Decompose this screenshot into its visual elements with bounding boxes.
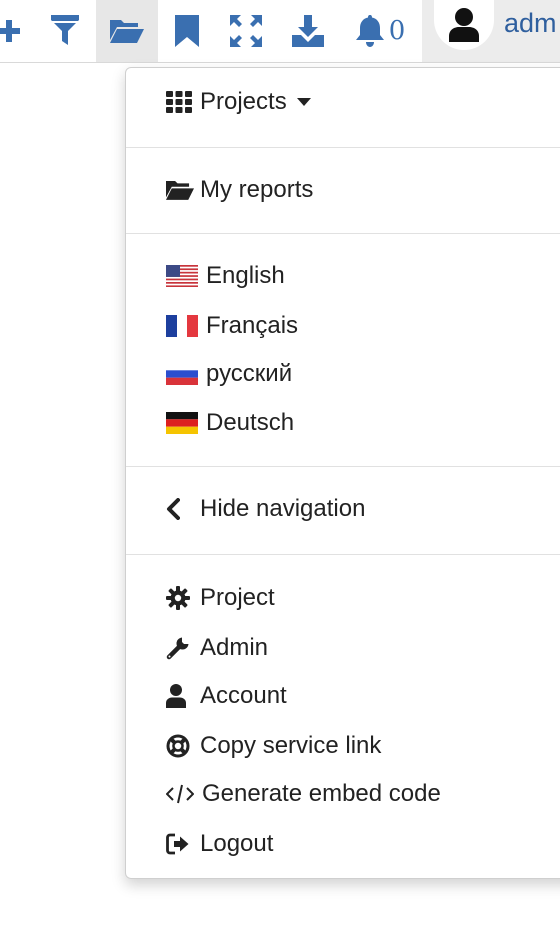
copy-service-link-label: Copy service link xyxy=(200,732,382,759)
hide-navigation-label: Hide navigation xyxy=(200,495,366,522)
generate-embed-code-label: Generate embed code xyxy=(202,780,441,807)
divider xyxy=(126,554,560,555)
notification-count: 0 xyxy=(388,16,406,46)
user-dropdown-menu: Projects My reports English Français рус… xyxy=(125,67,560,879)
download-button[interactable] xyxy=(290,0,326,62)
menu-item-account[interactable]: Account xyxy=(166,676,287,716)
admin-label: Admin xyxy=(200,634,269,661)
code-icon xyxy=(166,784,194,804)
chevron-left-icon xyxy=(167,498,180,520)
divider xyxy=(126,147,560,148)
menu-item-generate-embed-code[interactable]: Generate embed code xyxy=(166,774,441,814)
plus-icon xyxy=(0,20,20,42)
my-reports-label: My reports xyxy=(200,176,314,203)
project-label: Project xyxy=(200,584,275,611)
account-label: Account xyxy=(200,682,287,709)
download-icon xyxy=(292,15,324,47)
ru-flag xyxy=(166,363,198,385)
bookmark-button[interactable] xyxy=(172,0,202,62)
notifications-button[interactable]: 0 xyxy=(350,0,410,62)
de-flag xyxy=(166,412,198,434)
grid-icon xyxy=(166,91,192,113)
folder-open-icon xyxy=(166,180,194,200)
language-label: русский xyxy=(206,360,293,387)
bookmark-icon xyxy=(175,15,199,47)
life-ring-icon xyxy=(166,734,190,758)
folder-open-icon xyxy=(110,20,144,43)
menu-item-admin[interactable]: Admin xyxy=(166,628,268,668)
language-label: English xyxy=(206,262,285,289)
projects-label: Projects xyxy=(200,88,287,115)
menu-item-project[interactable]: Project xyxy=(166,578,275,618)
expand-icon xyxy=(230,15,262,47)
language-item-german[interactable]: Deutsch xyxy=(166,403,294,443)
menu-item-copy-service-link[interactable]: Copy service link xyxy=(166,726,381,766)
logout-label: Logout xyxy=(200,830,274,857)
caret-down-icon xyxy=(296,98,311,106)
bell-icon xyxy=(355,15,384,47)
menu-item-hide-navigation[interactable]: Hide navigation xyxy=(166,489,365,529)
user-icon xyxy=(449,8,479,42)
filter-button[interactable] xyxy=(46,0,84,62)
user-menu-toggle[interactable]: adm xyxy=(422,0,560,62)
fr-flag xyxy=(166,315,198,337)
menu-item-logout[interactable]: Logout xyxy=(166,824,273,864)
language-item-french[interactable]: Français xyxy=(166,306,298,346)
us-flag xyxy=(166,265,198,287)
divider xyxy=(126,233,560,234)
sign-out-icon xyxy=(166,833,189,855)
language-item-english[interactable]: English xyxy=(166,256,285,296)
username: adm xyxy=(504,8,557,38)
user-icon xyxy=(166,684,186,708)
add-button[interactable] xyxy=(0,0,24,62)
language-label: Français xyxy=(206,312,299,339)
avatar xyxy=(434,0,494,50)
divider xyxy=(126,466,560,467)
language-label: Deutsch xyxy=(206,409,295,436)
gear-icon xyxy=(166,586,190,610)
top-toolbar: 0 adm xyxy=(0,0,560,63)
wrench-icon xyxy=(166,637,189,660)
open-reports-button[interactable] xyxy=(96,0,158,62)
menu-item-projects[interactable]: Projects xyxy=(166,82,311,122)
menu-item-my-reports[interactable]: My reports xyxy=(166,170,313,210)
language-item-russian[interactable]: русский xyxy=(166,354,292,394)
filter-icon xyxy=(51,15,79,45)
fullscreen-button[interactable] xyxy=(228,0,264,62)
